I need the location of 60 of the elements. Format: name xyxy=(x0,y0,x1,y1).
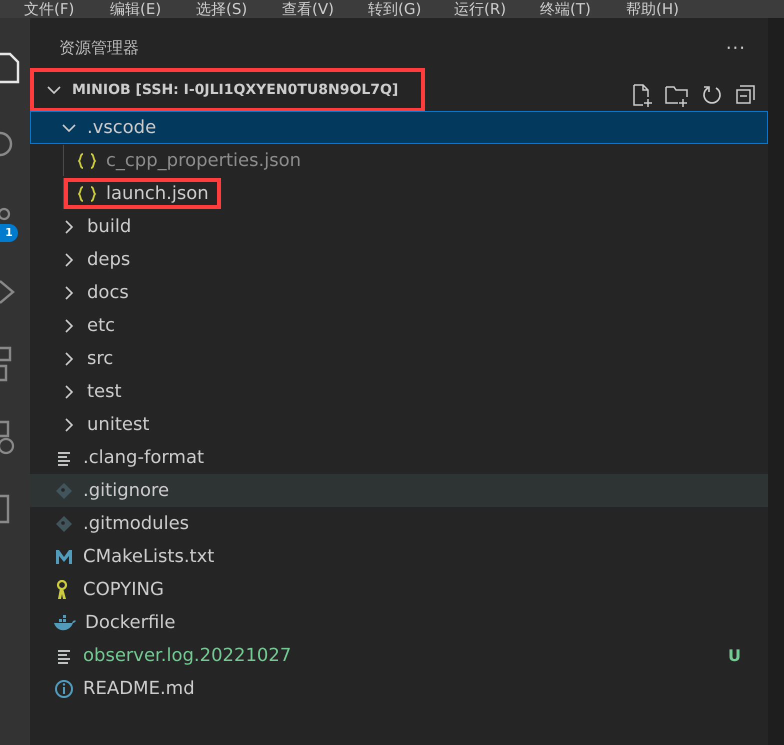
tree-item[interactable]: unitest xyxy=(30,408,768,441)
remote-explorer-icon[interactable] xyxy=(0,420,16,456)
tree-item[interactable]: launch.json xyxy=(30,177,768,210)
panel-icon[interactable] xyxy=(0,494,12,524)
file-name: observer.log.20221027 xyxy=(83,645,292,666)
tree-item[interactable]: etc xyxy=(30,309,768,342)
files-icon[interactable] xyxy=(0,50,22,84)
file-name: unitest xyxy=(87,414,150,435)
tree-item[interactable]: src xyxy=(30,342,768,375)
git-status: U xyxy=(728,646,741,665)
menu-item[interactable]: 编辑(E) xyxy=(110,0,196,18)
file-name: .gitignore xyxy=(83,480,170,501)
tree-item[interactable]: deps xyxy=(30,243,768,276)
file-name: COPYING xyxy=(83,579,164,600)
m-logo-icon xyxy=(53,548,75,566)
tree-item[interactable]: Dockerfile xyxy=(30,606,768,639)
file-name: test xyxy=(87,381,122,402)
file-name: src xyxy=(87,348,114,369)
braces-icon xyxy=(76,184,98,202)
tree-item[interactable]: .clang-format xyxy=(30,441,768,474)
file-name: README.md xyxy=(83,678,195,699)
file-name: CMakeLists.txt xyxy=(83,546,214,567)
menu-item[interactable]: 帮助(H) xyxy=(626,0,712,18)
file-name: docs xyxy=(87,282,129,303)
file-name: etc xyxy=(87,315,116,336)
tree-item[interactable]: observer.log.20221027 U xyxy=(30,639,768,672)
tree-item[interactable]: c_cpp_properties.json xyxy=(30,144,768,177)
info-icon xyxy=(53,678,75,698)
extensions-icon[interactable] xyxy=(0,346,14,382)
explorer-title: 资源管理器 xyxy=(59,38,139,58)
search-icon[interactable] xyxy=(0,130,14,158)
tree-item[interactable]: .vscode xyxy=(30,111,768,144)
file-name: launch.json xyxy=(106,183,209,204)
menu-item[interactable]: 转到(G) xyxy=(368,0,454,18)
menu-item[interactable]: 终端(T) xyxy=(540,0,626,18)
collapse-all-icon[interactable] xyxy=(734,84,756,106)
tree-item[interactable]: .gitignore xyxy=(30,474,768,507)
file-name: .gitmodules xyxy=(83,513,190,534)
file-name: deps xyxy=(87,249,130,270)
menu-item[interactable]: 选择(S) xyxy=(196,0,282,18)
menu-item[interactable]: 运行(R) xyxy=(454,0,540,18)
file-name: c_cpp_properties.json xyxy=(106,150,302,171)
tree-item[interactable]: COPYING xyxy=(30,573,768,606)
menu-item[interactable]: 查看(V) xyxy=(282,0,368,18)
braces-icon xyxy=(76,152,98,170)
tree-item[interactable]: CMakeLists.txt xyxy=(30,540,768,573)
more-actions-button[interactable]: ··· xyxy=(726,38,746,58)
file-name: .vscode xyxy=(87,117,156,138)
tree-item[interactable]: README.md xyxy=(30,672,768,705)
tree-item[interactable]: test xyxy=(30,375,768,408)
whale-icon xyxy=(53,614,77,632)
file-name: build xyxy=(87,216,132,237)
file-name: .clang-format xyxy=(83,447,204,468)
menu-item[interactable]: 文件(F) xyxy=(24,0,110,18)
tree-item[interactable]: .gitmodules xyxy=(30,507,768,540)
file-name: Dockerfile xyxy=(85,612,176,633)
notification-badge: 1 xyxy=(0,224,18,242)
run-icon[interactable] xyxy=(0,278,16,306)
tree-item[interactable]: build xyxy=(30,210,768,243)
tree-item[interactable]: docs xyxy=(30,276,768,309)
